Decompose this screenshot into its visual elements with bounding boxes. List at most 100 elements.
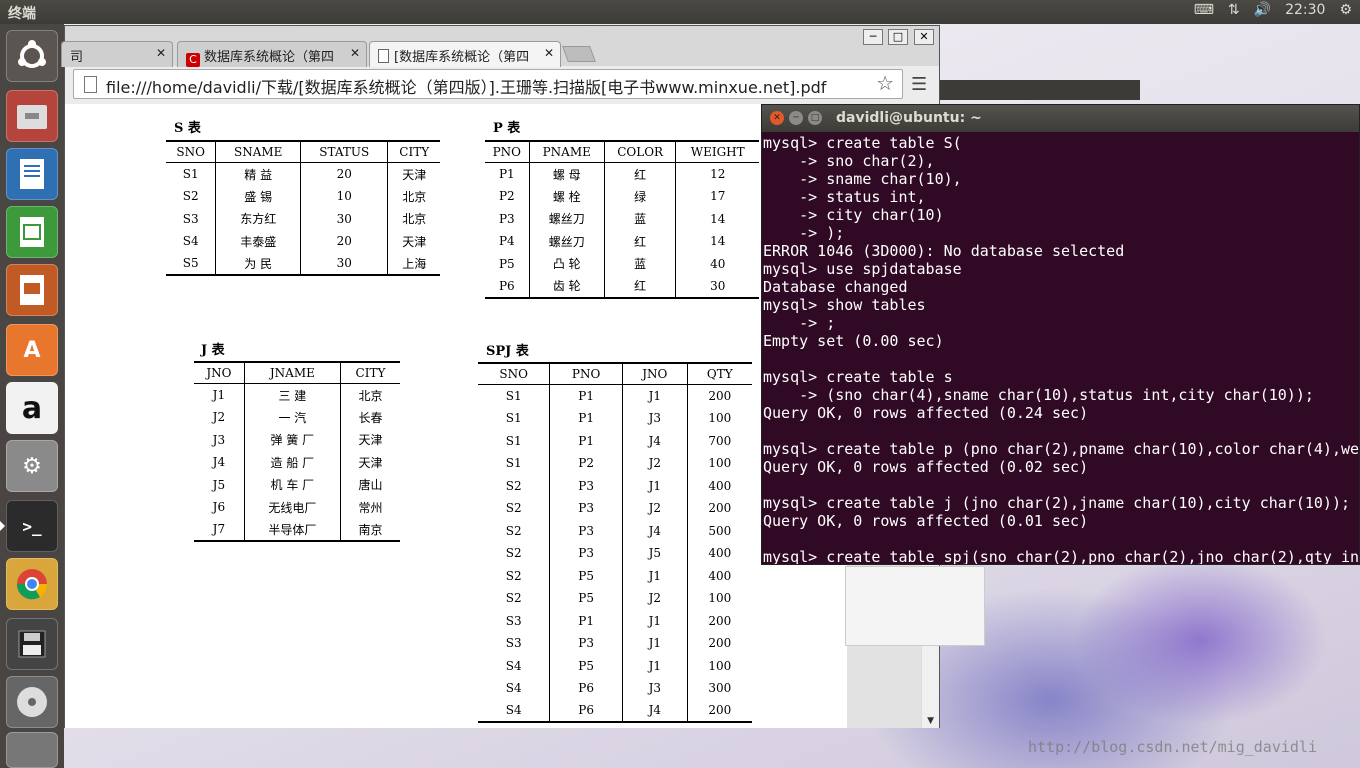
table-cell: 螺 母 — [528, 162, 605, 185]
terminal-line: -> city char(10) — [763, 206, 944, 224]
table-row: S2 P3 J5 400 — [478, 542, 752, 565]
table-cell: 400 — [686, 564, 752, 587]
terminal-output[interactable]: mysql> create table S( -> sno char(2), -… — [763, 134, 1360, 565]
writer-icon[interactable] — [6, 148, 58, 200]
bookmark-star-icon[interactable]: ☆ — [876, 71, 894, 95]
table-cell: S1 — [505, 389, 522, 403]
table-cell: 北京 — [339, 383, 400, 406]
table-row: S3 东方红 30 北京 — [166, 207, 440, 230]
table-cell: 红 — [603, 275, 676, 299]
table-cell: 绿 — [603, 185, 676, 208]
amazon-icon[interactable]: a — [6, 382, 58, 434]
table-row: P1 螺 母红 12 — [485, 162, 759, 185]
table-cell: 齿 轮 — [528, 275, 605, 299]
terminal-icon[interactable]: >_ — [6, 500, 58, 552]
tab-pdf-1[interactable]: C 数据库系统概论（第四 ✕ — [177, 41, 367, 67]
table-cell: P1 — [498, 167, 515, 181]
clock[interactable]: 22:30 — [1285, 2, 1325, 18]
close-icon[interactable]: ✕ — [770, 111, 784, 125]
save-disk-icon[interactable] — [6, 618, 58, 670]
terminal-title: davidli@ubuntu: ~ — [836, 110, 982, 126]
table-cell: J1 — [621, 654, 688, 677]
table-cell: 200 — [686, 609, 752, 632]
spj-table: SNO PNO JNO QTY S1 P1 J1 200 S1 P1 J3 100 S1 P1 J4… — [478, 362, 752, 723]
ubuntu-dash-icon[interactable] — [6, 30, 58, 82]
table-cell: P1 — [549, 407, 623, 430]
tab-close-icon[interactable]: ✕ — [156, 46, 166, 60]
new-tab-button[interactable] — [562, 46, 596, 62]
table-cell: J5 — [212, 477, 226, 492]
terminal-line: -> sno char(2), — [763, 152, 935, 170]
table-cell: P3 — [549, 519, 623, 542]
table-cell: 100 — [686, 587, 752, 610]
table-cell: 半导体厂 — [243, 518, 341, 542]
table-cell: P6 — [549, 699, 623, 723]
table-cell: J1 — [621, 384, 688, 407]
column-header: JNO — [621, 362, 688, 385]
table-row: P3 螺丝刀蓝 14 — [485, 207, 759, 230]
close-button[interactable]: ✕ — [914, 29, 934, 45]
tab-label: [数据库系统概论（第四 — [394, 50, 530, 65]
page-icon — [84, 76, 97, 93]
volume-icon[interactable]: 🔊 — [1254, 2, 1271, 18]
table-cell: J1 — [621, 632, 688, 655]
table-cell: 200 — [686, 632, 752, 655]
table-cell: P6 — [549, 677, 623, 700]
terminal-line: mysql> create table spj(sno char(2),pno … — [763, 548, 1360, 565]
url-text: file:///home/davidli/下载/[数据库系统概论（第四版）].王… — [106, 78, 827, 97]
background-window-titlebar[interactable] — [940, 80, 1140, 100]
maximize-icon[interactable]: □ — [808, 111, 822, 125]
minimize-button[interactable]: ─ — [863, 29, 883, 45]
file-manager-icon[interactable] — [6, 90, 58, 142]
gear-icon[interactable]: ⚙ — [1339, 2, 1352, 18]
software-center-icon[interactable]: A — [6, 324, 58, 376]
terminal-titlebar[interactable]: ✕ ─ □ davidli@ubuntu: ~ — [762, 105, 1359, 132]
table-row: S1 P2 J2 100 — [478, 452, 752, 475]
tab-previous[interactable]: 司 ✕ — [61, 41, 173, 67]
tab-close-icon[interactable]: ✕ — [350, 46, 360, 60]
keyboard-icon[interactable]: ⌨ — [1194, 2, 1214, 18]
table-row: S4 丰泰盛 20 天津 — [166, 230, 440, 253]
table-cell: J4 — [621, 519, 688, 542]
tab-strip: 司 ✕ C 数据库系统概论（第四 ✕ [数据库系统概论（第四 ✕ ─ □ ✕ — [61, 26, 939, 67]
column-header: WEIGHT — [675, 140, 759, 163]
table-row: S4 P6 J3 300 — [478, 677, 752, 700]
system-settings-icon[interactable]: ⚙ — [6, 440, 58, 492]
table-cell: P3 — [549, 474, 623, 497]
table-cell: 东方红 — [215, 207, 301, 230]
chrome-icon[interactable] — [6, 558, 58, 610]
terminal-line: ERROR 1046 (3D000): No database selected — [763, 242, 1125, 260]
column-header: COLOR — [603, 140, 676, 163]
tab-pdf-active[interactable]: [数据库系统概论（第四 ✕ — [369, 41, 561, 67]
impress-icon[interactable] — [6, 264, 58, 316]
table-cell: 北京 — [387, 185, 440, 208]
table-cell: P1 — [549, 429, 623, 452]
maximize-button[interactable]: □ — [888, 29, 908, 45]
menu-icon[interactable]: ☰ — [911, 74, 927, 95]
dvd-icon[interactable] — [6, 676, 58, 728]
top-panel: 终端 ⌨ ⇅ 🔊 22:30 ⚙ — [0, 0, 1360, 24]
tab-close-icon[interactable]: ✕ — [544, 46, 554, 60]
minimize-icon[interactable]: ─ — [789, 111, 803, 125]
table-cell: 17 — [675, 185, 759, 208]
calc-icon[interactable] — [6, 206, 58, 258]
table-cell: P4 — [498, 234, 515, 249]
table-cell: J4 — [212, 455, 226, 470]
address-bar[interactable]: file:///home/davidli/下载/[数据库系统概论（第四版）].王… — [73, 69, 903, 99]
s-table-title: S 表 — [174, 121, 201, 136]
table-row: P5 凸 轮蓝 40 — [485, 252, 759, 275]
table-cell: P3 — [498, 211, 515, 226]
table-cell: S2 — [505, 523, 522, 538]
terminal-window[interactable]: ✕ ─ □ davidli@ubuntu: ~ mysql> create ta… — [761, 104, 1360, 565]
network-icon[interactable]: ⇅ — [1228, 2, 1240, 18]
trash-icon[interactable] — [6, 732, 58, 768]
table-row: J5 机 车 厂唐山 — [194, 473, 400, 496]
scroll-down-icon[interactable]: ▼ — [927, 716, 934, 726]
table-row: S2 P5 J2 100 — [478, 587, 752, 610]
terminal-line: Query OK, 0 rows affected (0.24 sec) — [763, 404, 1089, 422]
table-cell: 红 — [603, 162, 676, 185]
table-cell: 北京 — [387, 207, 440, 230]
table-row: J2 一 汽长春 — [194, 406, 400, 429]
